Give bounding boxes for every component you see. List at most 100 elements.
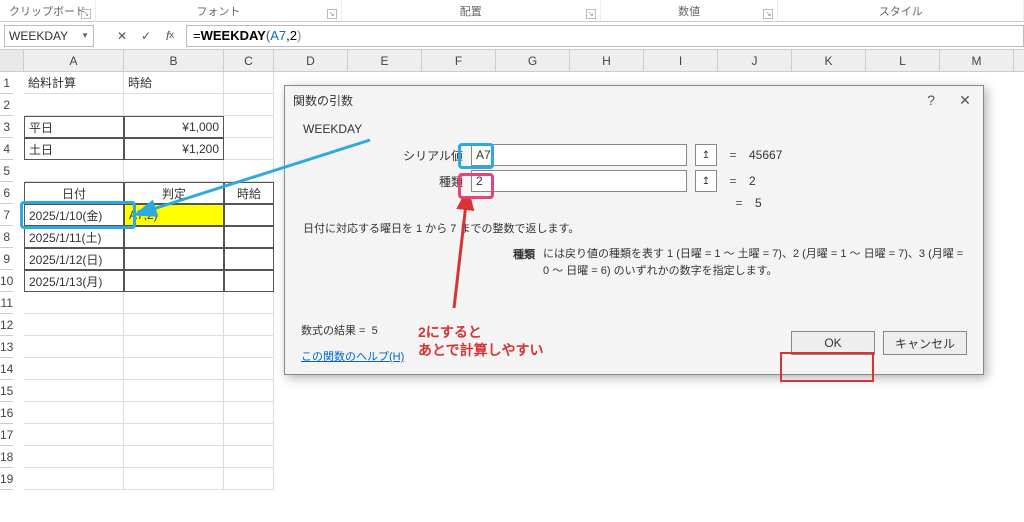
row-header[interactable]: 5 (0, 160, 13, 182)
enter-formula-button[interactable]: ✓ (134, 29, 158, 43)
row-header[interactable]: 6 (0, 182, 13, 204)
col-header[interactable]: G (496, 50, 570, 71)
row-header[interactable]: 1 (0, 72, 13, 94)
row-header[interactable]: 11 (0, 292, 13, 314)
cell[interactable]: 土日 (24, 138, 124, 160)
cell[interactable] (224, 248, 274, 270)
cell[interactable] (124, 336, 224, 358)
cell[interactable]: 判定 (124, 182, 224, 204)
cell[interactable]: 2025/1/12(日) (24, 248, 124, 270)
row-header[interactable]: 10 (0, 270, 13, 292)
cell[interactable] (224, 468, 274, 490)
cell[interactable]: 平日 (24, 116, 124, 138)
help-button[interactable]: ? (921, 92, 941, 108)
chevron-down-icon[interactable]: ▼ (81, 31, 89, 40)
cell[interactable]: 2025/1/13(月) (24, 270, 124, 292)
row-header[interactable]: 15 (0, 380, 13, 402)
row-header[interactable]: 3 (0, 116, 13, 138)
cell[interactable] (124, 226, 224, 248)
cell[interactable]: 日付 (24, 182, 124, 204)
ok-button[interactable]: OK (791, 331, 875, 355)
cell[interactable] (24, 380, 124, 402)
cell[interactable]: 時給 (124, 72, 224, 94)
cell[interactable] (124, 270, 224, 292)
close-icon[interactable]: ✕ (955, 92, 975, 109)
cancel-formula-button[interactable]: ✕ (110, 29, 134, 43)
cell[interactable] (24, 402, 124, 424)
row-header[interactable]: 17 (0, 424, 13, 446)
row-header[interactable]: 2 (0, 94, 13, 116)
cell[interactable] (124, 402, 224, 424)
launcher-icon[interactable]: ↘ (586, 9, 596, 19)
cell[interactable] (224, 402, 274, 424)
cell[interactable] (24, 336, 124, 358)
launcher-icon[interactable]: ↘ (763, 9, 773, 19)
fx-button[interactable]: fx (158, 27, 182, 45)
collapse-dialog-icon[interactable]: ↥ (695, 144, 717, 166)
cell[interactable] (224, 292, 274, 314)
cell[interactable] (124, 424, 224, 446)
row-header[interactable]: 14 (0, 358, 13, 380)
cell[interactable] (24, 358, 124, 380)
col-header[interactable]: D (274, 50, 348, 71)
row-header[interactable]: 16 (0, 402, 13, 424)
dialog-titlebar[interactable]: 関数の引数 ? ✕ (285, 86, 983, 114)
cell[interactable]: 給料計算 (24, 72, 124, 94)
cell[interactable] (124, 94, 224, 116)
cell[interactable] (24, 424, 124, 446)
cell[interactable]: ¥1,200 (124, 138, 224, 160)
cell[interactable] (124, 446, 224, 468)
cell[interactable]: 時給 (224, 182, 274, 204)
col-header[interactable]: C (224, 50, 274, 71)
cell[interactable] (224, 314, 274, 336)
formula-bar[interactable]: =WEEKDAY(A7,2) (186, 25, 1024, 47)
select-all-corner[interactable] (0, 50, 24, 72)
col-header[interactable]: L (866, 50, 940, 71)
cell[interactable] (124, 314, 224, 336)
col-header[interactable]: M (940, 50, 1014, 71)
cell[interactable]: 2025/1/11(土) (24, 226, 124, 248)
cell[interactable]: ¥1,000 (124, 116, 224, 138)
cell-a7[interactable]: 2025/1/10(金) (24, 204, 124, 226)
row-header[interactable]: 19 (0, 468, 13, 490)
cell[interactable] (224, 138, 274, 160)
cell[interactable] (224, 160, 274, 182)
collapse-dialog-icon[interactable]: ↥ (695, 170, 717, 192)
cell[interactable] (224, 380, 274, 402)
function-help-link[interactable]: この関数のヘルプ(H) (301, 351, 404, 363)
name-box[interactable]: WEEKDAY ▼ (4, 25, 94, 47)
col-header[interactable]: A (24, 50, 124, 71)
cell[interactable] (224, 204, 274, 226)
cell[interactable] (224, 270, 274, 292)
cell[interactable] (224, 424, 274, 446)
row-header[interactable]: 13 (0, 336, 13, 358)
cell[interactable] (124, 468, 224, 490)
col-header[interactable]: H (570, 50, 644, 71)
cell[interactable] (224, 94, 274, 116)
cell[interactable] (224, 336, 274, 358)
col-header[interactable]: E (348, 50, 422, 71)
cell[interactable] (224, 116, 274, 138)
cell[interactable] (124, 358, 224, 380)
arg2-input[interactable]: 2 (471, 170, 687, 192)
launcher-icon[interactable]: ↘ (81, 9, 91, 19)
cell[interactable] (124, 380, 224, 402)
cell[interactable] (224, 226, 274, 248)
row-header[interactable]: 18 (0, 446, 13, 468)
col-header[interactable]: I (644, 50, 718, 71)
col-header[interactable]: K (792, 50, 866, 71)
cell[interactable] (24, 160, 124, 182)
cell[interactable] (24, 292, 124, 314)
cell[interactable] (224, 72, 274, 94)
launcher-icon[interactable]: ↘ (327, 9, 337, 19)
cell[interactable] (24, 468, 124, 490)
row-header[interactable]: 4 (0, 138, 13, 160)
cell[interactable] (224, 358, 274, 380)
cancel-button[interactable]: キャンセル (883, 331, 967, 355)
cell[interactable] (124, 292, 224, 314)
cell-b7-editing[interactable]: A7,2) (124, 204, 224, 226)
col-header[interactable]: J (718, 50, 792, 71)
cell[interactable] (24, 94, 124, 116)
arg1-input[interactable]: A7 (471, 144, 687, 166)
row-header[interactable]: 9 (0, 248, 13, 270)
